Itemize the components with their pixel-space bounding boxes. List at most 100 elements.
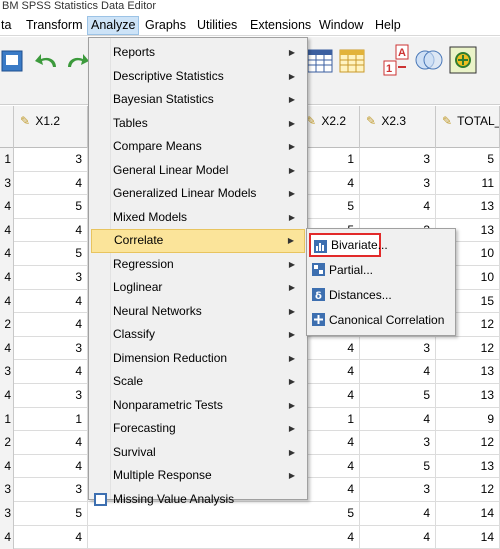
add-on-icon[interactable] <box>448 45 478 75</box>
row-header[interactable]: 4 <box>0 336 14 361</box>
row-header[interactable]: 4 <box>0 242 14 266</box>
row-header[interactable]: 1 <box>0 148 14 172</box>
menu-item-general-linear-model[interactable]: General Linear Model ▶ <box>91 159 305 183</box>
table-cell[interactable]: 4 <box>360 502 436 526</box>
table-cell[interactable]: 4 <box>360 525 436 549</box>
table-cell[interactable]: 5 <box>436 148 500 172</box>
menu-transform[interactable]: Transform <box>23 16 86 35</box>
menu-item-compare-means[interactable]: Compare Means ▶ <box>91 135 305 159</box>
grid-icon[interactable] <box>338 47 368 77</box>
column-header-x1-2[interactable]: ✎ X1.2 <box>14 106 88 148</box>
bivariate-menu-item[interactable]: Bivariate... <box>309 233 388 257</box>
row-header[interactable]: 3 <box>0 502 14 526</box>
menu-item-scale[interactable]: Scale ▶ <box>91 370 305 394</box>
table-cell[interactable]: 4 <box>14 313 88 337</box>
table-cell[interactable]: 4 <box>14 431 88 455</box>
row-header[interactable]: 1 <box>0 407 14 432</box>
menu-window[interactable]: Window <box>316 16 366 35</box>
menu-item-generalized-linear-models[interactable]: Generalized Linear Models ▶ <box>91 182 305 206</box>
row-header[interactable]: 3 <box>0 171 14 196</box>
row-header[interactable]: 3 <box>0 478 14 502</box>
table-cell[interactable]: 3 <box>14 266 88 290</box>
table-cell[interactable]: 4 <box>300 171 360 196</box>
table-cell[interactable]: 4 <box>300 336 360 361</box>
row-header[interactable]: 3 <box>0 360 14 384</box>
table-cell[interactable]: 4 <box>360 360 436 384</box>
table-cell[interactable]: 4 <box>360 407 436 432</box>
table-cell[interactable]: 5 <box>14 502 88 526</box>
menu-extensions[interactable]: Extensions <box>247 16 314 35</box>
table-cell[interactable]: 12 <box>436 336 500 361</box>
table-cell[interactable]: 4 <box>300 431 360 455</box>
canonical-correlation-menu-item[interactable]: Canonical Correlation <box>309 308 455 332</box>
table-cell[interactable]: 5 <box>300 502 360 526</box>
menu-item-missing-value-analysis[interactable]: Missing Value Analysis <box>91 488 305 512</box>
row-header[interactable]: 4 <box>0 218 14 243</box>
table-cell[interactable]: 3 <box>14 384 88 408</box>
partial-menu-item[interactable]: Partial... <box>309 258 455 282</box>
menu-item-tables[interactable]: Tables ▶ <box>91 112 305 136</box>
row-header[interactable]: 4 <box>0 454 14 479</box>
column-header-x2-3[interactable]: ✎ X2.3 <box>360 106 436 148</box>
column-header-total-x2[interactable]: ✎ TOTAL_X2 <box>436 106 500 148</box>
menu-item-neural-networks[interactable]: Neural Networks ▶ <box>91 300 305 324</box>
menu-item-dimension-reduction[interactable]: Dimension Reduction ▶ <box>91 347 305 371</box>
table-cell[interactable]: 1 <box>300 148 360 172</box>
table-cell[interactable]: 3 <box>360 171 436 196</box>
row-header[interactable]: 4 <box>0 266 14 290</box>
table-cell[interactable]: 1 <box>300 407 360 432</box>
table-cell[interactable]: 9 <box>436 407 500 432</box>
table-cell[interactable]: 11 <box>436 171 500 196</box>
row-header[interactable]: 4 <box>0 384 14 408</box>
menu-item-survival[interactable]: Survival ▶ <box>91 441 305 465</box>
table-cell[interactable]: 4 <box>300 478 360 502</box>
menu-help[interactable]: Help <box>372 16 404 35</box>
table-cell[interactable]: 4 <box>14 525 88 549</box>
table-cell[interactable]: 5 <box>360 454 436 479</box>
undo-icon[interactable] <box>34 51 64 81</box>
table-cell[interactable]: 4 <box>300 454 360 479</box>
table-cell[interactable]: 5 <box>300 195 360 219</box>
table-cell[interactable]: 4 <box>300 384 360 408</box>
menu-item-correlate[interactable]: Correlate ▶ <box>91 229 305 253</box>
table-cell[interactable]: 4 <box>360 195 436 219</box>
menu-analyze[interactable]: Analyze <box>87 16 140 35</box>
table-cell[interactable]: 14 <box>436 502 500 526</box>
table-cell[interactable]: 5 <box>14 242 88 266</box>
row-header[interactable]: 4 <box>0 289 14 314</box>
row-header[interactable]: 2 <box>0 431 14 455</box>
table-cell[interactable]: 3 <box>360 336 436 361</box>
menu-item-forecasting[interactable]: Forecasting ▶ <box>91 417 305 441</box>
menu-item-bayesian-statistics[interactable]: Bayesian Statistics ▶ <box>91 88 305 112</box>
venn-icon[interactable] <box>414 45 444 75</box>
menu-item-mixed-models[interactable]: Mixed Models ▶ <box>91 206 305 230</box>
table-cell[interactable]: 3 <box>14 336 88 361</box>
table-cell[interactable]: 4 <box>14 289 88 314</box>
table-cell[interactable]: 4 <box>300 525 360 549</box>
distances-menu-item[interactable]: δ Distances... <box>309 283 455 307</box>
menu-graphs[interactable]: Graphs <box>142 16 189 35</box>
menu-item-descriptive-statistics[interactable]: Descriptive Statistics ▶ <box>91 65 305 89</box>
table-cell[interactable]: 4 <box>300 360 360 384</box>
table-cell[interactable]: 13 <box>436 454 500 479</box>
table-cell[interactable]: 13 <box>436 384 500 408</box>
table-cell[interactable]: 3 <box>360 431 436 455</box>
table-cell[interactable]: 4 <box>14 218 88 243</box>
menu-utilities[interactable]: Utilities <box>194 16 240 35</box>
table-cell[interactable]: 13 <box>436 195 500 219</box>
table-cell[interactable]: 14 <box>436 525 500 549</box>
table-cell[interactable]: 4 <box>14 171 88 196</box>
value-labels-icon[interactable]: A1 <box>382 43 412 76</box>
table-cell[interactable]: 13 <box>436 360 500 384</box>
table-cell[interactable]: 3 <box>14 478 88 502</box>
menu-item-loglinear[interactable]: Loglinear ▶ <box>91 276 305 300</box>
menu-item-nonparametric-tests[interactable]: Nonparametric Tests ▶ <box>91 394 305 418</box>
table-cell[interactable]: 3 <box>360 478 436 502</box>
row-header[interactable]: 4 <box>0 525 14 549</box>
table-cell[interactable]: 5 <box>360 384 436 408</box>
menu-item-multiple-response[interactable]: Multiple Response ▶ <box>91 464 305 488</box>
table-cell[interactable]: 4 <box>14 360 88 384</box>
table-cell[interactable]: 3 <box>14 148 88 172</box>
menu-data[interactable]: ta <box>0 16 14 35</box>
table-cell[interactable]: 5 <box>14 195 88 219</box>
